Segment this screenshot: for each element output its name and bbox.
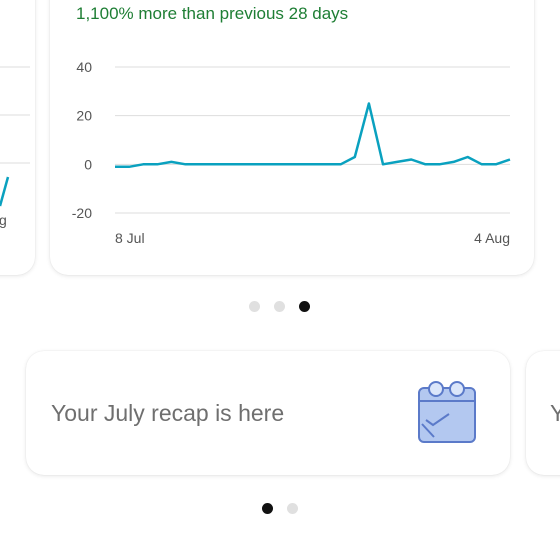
insights-screen: g 1,100% more than previous 28 days 40 20… (0, 0, 560, 560)
monthly-recap-card[interactable]: Your July recap is here (26, 351, 510, 475)
recap-page-dot[interactable] (287, 503, 298, 514)
previous-chart-card[interactable]: g (0, 0, 35, 275)
line-chart: 40 20 0 -20 8 Jul 4 Aug (72, 59, 511, 246)
previous-x-tick-label: g (0, 212, 7, 228)
recap-page-dot[interactable] (262, 503, 273, 514)
chart-series-line (115, 102, 511, 169)
next-recap-title: Y (550, 400, 560, 426)
previous-chart-fragment (0, 66, 30, 207)
chart-pager-dots[interactable] (249, 301, 310, 312)
calendar-check-icon (418, 381, 476, 443)
y-tick-label: 0 (84, 156, 92, 172)
chart-page-dot[interactable] (274, 301, 285, 312)
recap-pager-dots[interactable] (262, 503, 298, 514)
previous-series-line (0, 176, 10, 207)
next-recap-card[interactable]: Y (526, 351, 560, 475)
y-tick-label: 20 (76, 108, 92, 124)
recap-title: Your July recap is here (51, 400, 285, 426)
stats-chart-card[interactable]: 1,100% more than previous 28 days 40 20 0-… (50, 0, 534, 275)
y-tick-label: 40 (76, 59, 92, 75)
x-tick-label: 4 Aug (474, 230, 510, 246)
chart-page-dot[interactable] (299, 301, 310, 312)
y-tick-label: -20 (72, 205, 92, 221)
chart-page-dot[interactable] (249, 301, 260, 312)
x-tick-label: 8 Jul (115, 230, 145, 246)
